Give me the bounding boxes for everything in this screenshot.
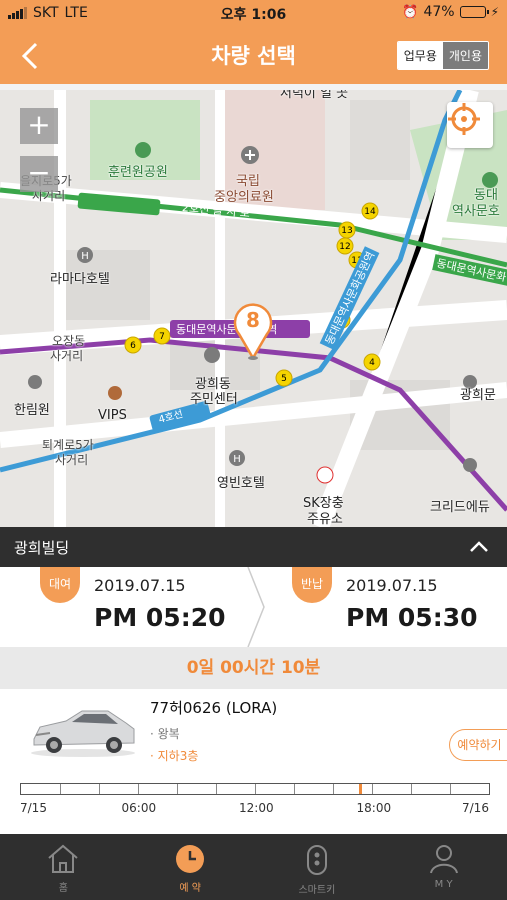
timeline-tick (450, 784, 451, 794)
back-button[interactable] (14, 38, 50, 74)
car-location-pin[interactable]: 8 (233, 300, 273, 360)
location-name: 광희빌딩 (14, 538, 70, 557)
map-view[interactable]: 14 13 12 11 8 7 6 5 4 H H 저녁이 일 곳 훈련원공원 … (0, 90, 507, 527)
time-panel: 대여 2019.07.15 PM 05:20 반납 2019.07.15 PM … (0, 567, 507, 647)
timeline-label: 7/16 (462, 801, 489, 815)
timeline-label: 7/15 (20, 801, 47, 815)
map-label-toegye-2: 사거리 (55, 453, 89, 467)
map-label-dongdae-2: 역사문호 (452, 204, 500, 219)
timeline-reservation-marker (359, 784, 362, 794)
smartkey-icon (306, 845, 327, 875)
battery-icon (459, 6, 489, 18)
exit-6: 6 (130, 341, 136, 351)
exit-7: 7 (159, 332, 165, 342)
chevron-left-icon (21, 42, 38, 70)
rental-time[interactable]: PM 05:20 (94, 603, 225, 632)
tab-my[interactable]: M Y (380, 834, 507, 900)
map-label-top-right: 저녁이 일 곳 (280, 90, 349, 101)
tab-my-label: M Y (434, 879, 453, 890)
timeline-tick (138, 784, 139, 794)
alarm-icon: ⏰ (402, 4, 419, 20)
map-label-hanrimwon: 한림원 (14, 403, 50, 418)
availability-timeline[interactable] (20, 783, 490, 795)
exit-13: 13 (341, 226, 352, 236)
charging-icon: ⚡ (490, 5, 499, 19)
rental-badge: 대여 (40, 567, 80, 603)
map-label-ramada: 라마다호텔 (50, 272, 110, 287)
status-bar: SKT LTE 오후 1:06 ⏰ 47% ⚡ (0, 0, 507, 26)
timeline-label: 06:00 (121, 801, 157, 815)
timeline-tick (99, 784, 100, 794)
pin-count: 8 (246, 308, 260, 332)
exit-14: 14 (364, 207, 376, 217)
car-plate-model: 77허0626 (LORA) (150, 699, 278, 717)
car-card[interactable]: 77허0626 (LORA) · 왕복 · 지하3층 예약하기 7/15 06:0… (0, 689, 507, 834)
rental-date[interactable]: 2019.07.15 (94, 576, 186, 595)
clock-icon (176, 845, 205, 873)
status-right: ⏰ 47% ⚡ (402, 4, 499, 20)
tab-reservation-label: 예 약 (179, 883, 201, 894)
car-trip-type: · 왕복 (150, 727, 180, 741)
exit-4: 4 (369, 358, 375, 368)
page-title: 차량 선택 (211, 44, 296, 68)
exit-12: 12 (339, 242, 350, 252)
my-location-button[interactable] (447, 102, 493, 148)
map-label-vips: VIPS (98, 408, 127, 423)
tab-reservation[interactable]: 예 약 (127, 834, 254, 900)
map-label-sk-2: 주유소 (307, 512, 343, 527)
timeline-tick (294, 784, 295, 794)
return-time[interactable]: PM 05:30 (346, 603, 477, 632)
location-bar[interactable]: 광희빌딩 (0, 527, 507, 567)
user-icon (429, 845, 458, 874)
toggle-personal[interactable]: 개인용 (442, 42, 488, 69)
zoom-in-button[interactable]: + (20, 108, 58, 144)
tab-bar: 홈 예 약 스마트키 M Y (0, 834, 507, 900)
battery-percent: 47% (423, 4, 455, 20)
timeline-label: 18:00 (356, 801, 392, 815)
svg-text:H: H (81, 251, 89, 262)
toggle-business[interactable]: 업무용 (397, 42, 443, 69)
tab-home[interactable]: 홈 (0, 834, 127, 900)
timeline-tick (372, 784, 373, 794)
timeline-tick (60, 784, 61, 794)
return-badge: 반납 (292, 567, 332, 603)
map-label-hunryeonwon: 훈련원공원 (108, 165, 168, 180)
timeline-tick (177, 784, 178, 794)
arrow-divider (247, 567, 265, 647)
map-label-ojangdong-2: 사거리 (50, 349, 84, 363)
return-date[interactable]: 2019.07.15 (346, 576, 438, 595)
crosshair-icon (448, 103, 480, 135)
home-icon (48, 844, 79, 873)
timeline-tick (333, 784, 334, 794)
map-label-gwanghuimun: 광희문 (460, 388, 496, 403)
usage-toggle[interactable]: 업무용 개인용 (396, 41, 489, 70)
map-label-yeongbin: 영빈호텔 (217, 476, 265, 491)
timeline-tick (255, 784, 256, 794)
exit-5: 5 (281, 374, 287, 384)
rental-duration: 0일 00시간 10분 (0, 647, 507, 689)
car-parking: · 지하3층 (150, 749, 199, 763)
svg-text:H: H (233, 454, 241, 465)
tab-smartkey[interactable]: 스마트키 (254, 834, 381, 900)
map-label-cridf: 크리드에듀 (430, 500, 490, 515)
chevron-up-icon (470, 541, 488, 552)
timeline-label: 12:00 (239, 801, 274, 815)
collapse-button[interactable] (467, 535, 491, 559)
map-label-center-2: 주민센터 (190, 392, 238, 407)
car-image (31, 710, 135, 757)
header: 차량 선택 업무용 개인용 (0, 26, 507, 84)
timeline-tick (411, 784, 412, 794)
zoom-out-button[interactable]: − (20, 156, 58, 192)
tab-smartkey-label: 스마트키 (298, 885, 336, 896)
tab-home-label: 홈 (58, 883, 68, 894)
reserve-button[interactable]: 예약하기 (449, 729, 507, 761)
timeline-tick (216, 784, 217, 794)
